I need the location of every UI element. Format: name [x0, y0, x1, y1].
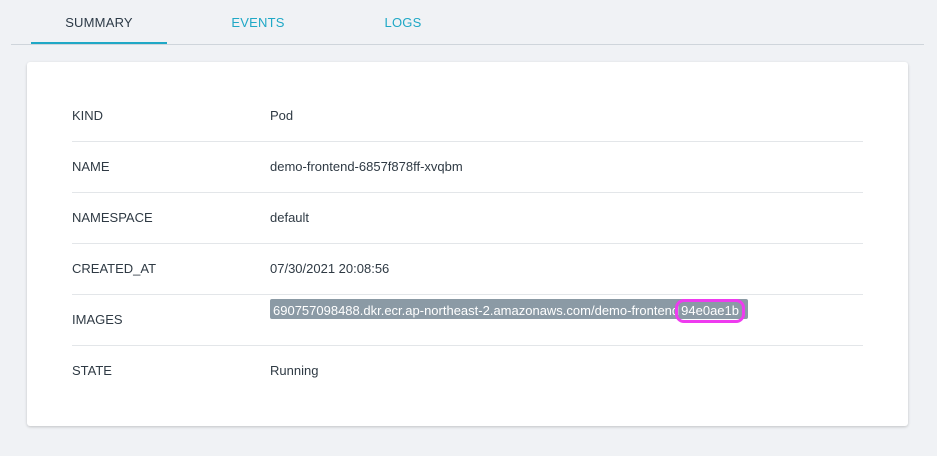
image-tag-highlight: 94e0ae1b: [675, 299, 745, 323]
row-value: demo-frontend-6857f878ff-xvqbm: [270, 159, 463, 174]
summary-row-name: NAME demo-frontend-6857f878ff-xvqbm: [72, 142, 863, 193]
row-value: 07/30/2021 20:08:56: [270, 261, 390, 276]
row-key: CREATED_AT: [72, 261, 157, 276]
row-key: IMAGES: [72, 312, 123, 327]
summary-row-kind: KIND Pod: [72, 91, 863, 142]
row-value: Pod: [270, 108, 294, 123]
tab-events[interactable]: EVENTS: [190, 0, 326, 45]
tab-summary[interactable]: SUMMARY: [31, 0, 167, 45]
row-key: STATE: [72, 363, 112, 378]
tab-bar: SUMMARY EVENTS LOGS: [0, 0, 937, 46]
summary-row-state: STATE Running: [72, 346, 863, 396]
row-key: NAME: [72, 159, 110, 174]
row-value: Running: [270, 363, 319, 378]
tab-logs[interactable]: LOGS: [335, 0, 471, 45]
summary-card: KIND Pod NAME demo-frontend-6857f878ff-x…: [27, 62, 908, 426]
row-key: NAMESPACE: [72, 210, 153, 225]
image-uri-prefix: 690757098488.dkr.ecr.ap-northeast-2.amaz…: [273, 303, 680, 318]
summary-row-created-at: CREATED_AT 07/30/2021 20:08:56: [72, 244, 863, 295]
row-key: KIND: [72, 108, 104, 123]
image-chip[interactable]: 690757098488.dkr.ecr.ap-northeast-2.amaz…: [270, 299, 748, 323]
row-value: default: [270, 210, 310, 225]
tab-divider: [11, 44, 924, 45]
summary-row-namespace: NAMESPACE default: [72, 193, 863, 244]
summary-row-images: IMAGES 690757098488.dkr.ecr.ap-northeast…: [72, 295, 863, 346]
